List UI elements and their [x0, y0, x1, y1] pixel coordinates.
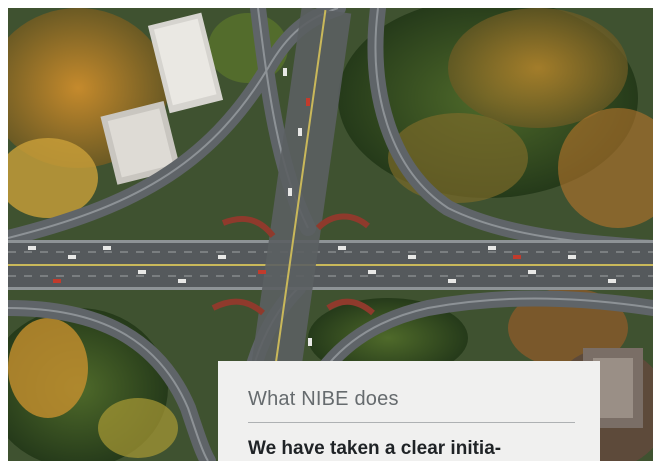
card-divider — [248, 422, 575, 423]
info-card: What NIBE does We have taken a clear ini… — [218, 361, 600, 461]
card-text: We have taken a clear initia- — [248, 438, 502, 459]
card-title: What NIBE does — [248, 388, 399, 410]
